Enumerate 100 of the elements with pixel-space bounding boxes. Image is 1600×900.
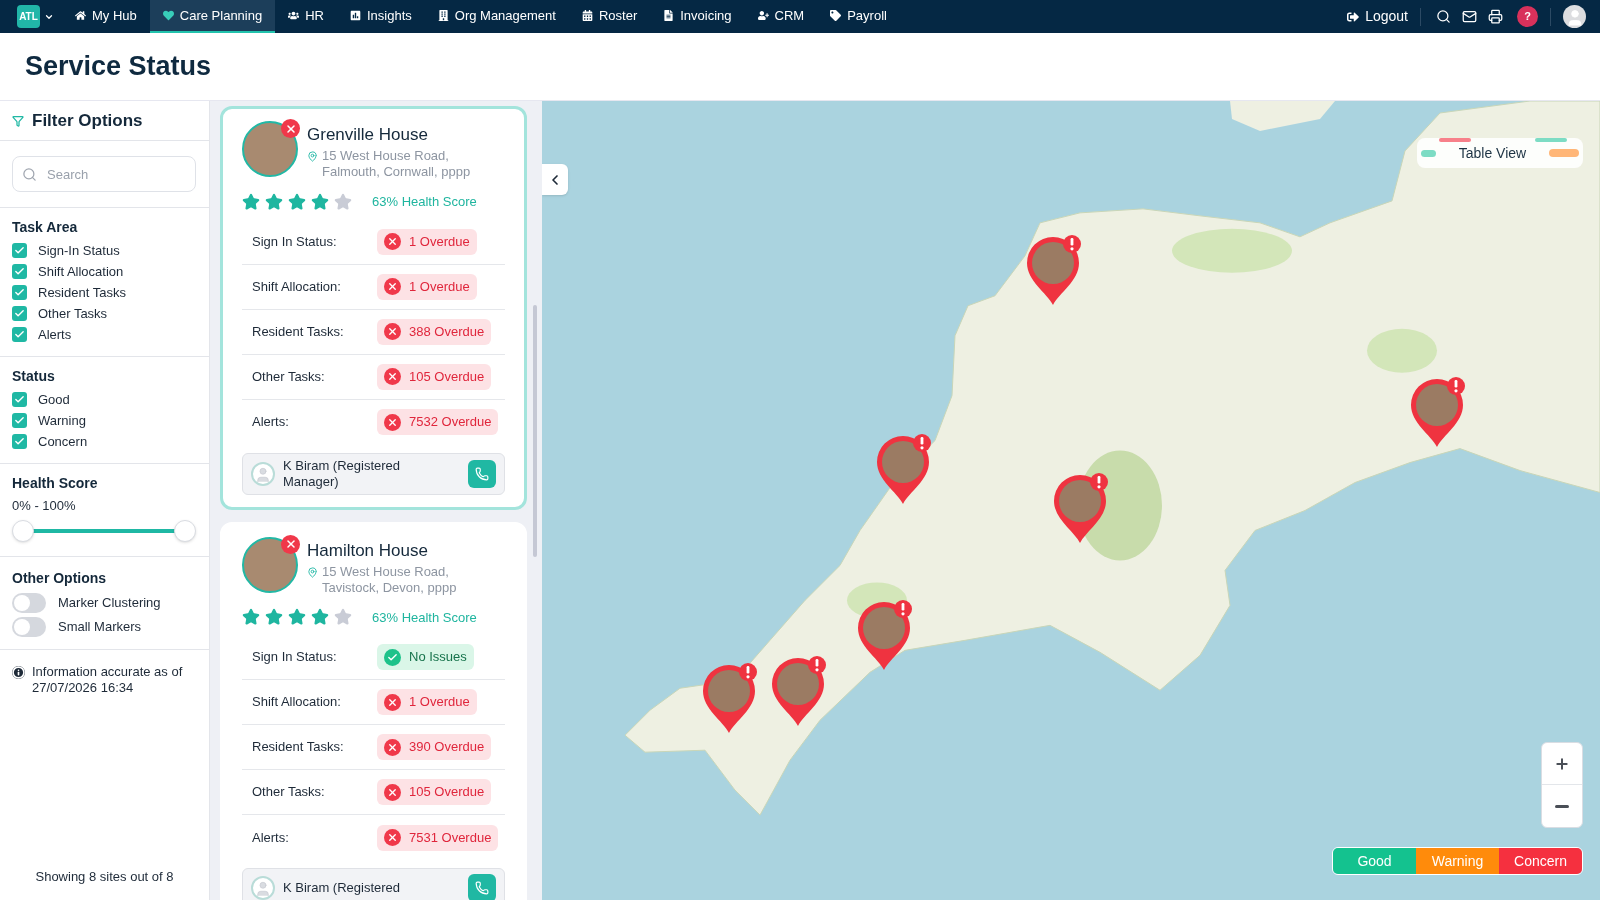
status-pill-icon: [1549, 149, 1579, 157]
printer-icon: [1487, 9, 1503, 24]
overdue-pill: 105 Overdue: [377, 779, 492, 805]
star-icon: [311, 608, 329, 627]
building-icon: [437, 10, 449, 21]
map-marker[interactable]: [1411, 377, 1465, 447]
minus-icon: [1555, 804, 1569, 808]
map-marker[interactable]: [877, 434, 931, 504]
section-heading: Task Area: [12, 218, 79, 237]
section-heading: Health Score: [12, 474, 99, 493]
nav-tab[interactable]: CRM: [744, 0, 818, 33]
users-icon: [288, 10, 300, 21]
checkbox[interactable]: [12, 327, 27, 342]
nav-tab[interactable]: Care Planning: [149, 0, 276, 33]
checkbox-label[interactable]: Shift Allocation: [38, 261, 124, 282]
search-field[interactable]: Search: [12, 156, 196, 192]
contact-name: K Biram (Registered: [283, 880, 402, 896]
call-button[interactable]: [468, 459, 496, 488]
nav-tab[interactable]: My Hub: [62, 0, 150, 33]
check-icon: [14, 245, 25, 256]
map-marker[interactable]: [1027, 235, 1081, 305]
check-icon: [14, 436, 25, 447]
park-area: [1367, 328, 1437, 373]
site-photo-placeholder: [242, 536, 298, 593]
range-slider[interactable]: [12, 520, 196, 542]
check-icon: [14, 394, 25, 405]
site-photo-placeholder: [777, 663, 819, 705]
map-marker[interactable]: [1054, 473, 1108, 543]
range-value: 0% - 100%: [12, 497, 77, 515]
alert-icon: [808, 656, 826, 674]
overdue-pill: 1 Overdue: [377, 689, 477, 715]
site-card[interactable]: [220, 106, 527, 510]
search-icon: [1435, 9, 1451, 24]
page-title: Service Status: [25, 50, 212, 84]
nav-tab[interactable]: Insights: [336, 0, 425, 33]
alert-icon: [1063, 235, 1081, 253]
toggle-label[interactable]: Marker Clustering: [58, 593, 161, 613]
checkbox-label[interactable]: Sign-In Status: [38, 240, 120, 261]
sign-out-icon: [1347, 10, 1360, 23]
map-marker[interactable]: [772, 656, 826, 726]
info-icon: [12, 666, 25, 679]
legend-item: Warning: [1416, 848, 1499, 874]
overdue-pill: 1 Overdue: [377, 228, 477, 255]
toggle-switch[interactable]: [12, 617, 46, 637]
logout-button[interactable]: Logout: [1347, 6, 1408, 27]
call-button[interactable]: [468, 874, 496, 900]
checkbox-label[interactable]: Resident Tasks: [38, 282, 126, 303]
nav-tab[interactable]: Invoicing: [650, 0, 745, 33]
map-marker[interactable]: [858, 600, 912, 670]
star-icon: [334, 608, 352, 627]
search-input[interactable]: Search: [47, 164, 186, 184]
checkbox[interactable]: [12, 264, 27, 279]
map-view[interactable]: Table View Good Warning Concern: [542, 101, 1600, 900]
overdue-pill: 390 Overdue: [377, 734, 492, 760]
star-icon: [288, 192, 306, 211]
checkbox-label[interactable]: Concern: [38, 431, 88, 452]
star-icon: [242, 192, 260, 211]
checkbox-label[interactable]: Alerts: [38, 324, 72, 345]
overdue-pill: 7532 Overdue: [377, 409, 499, 435]
check-label: Alerts:: [251, 413, 290, 432]
toggle-label[interactable]: Small Markers: [58, 617, 142, 637]
toggle-switch[interactable]: [12, 593, 46, 613]
phone-icon: [475, 881, 489, 895]
alert-icon: [913, 434, 931, 452]
slider-thumb[interactable]: [174, 520, 196, 542]
map-marker[interactable]: [703, 663, 757, 733]
star-icon: [288, 608, 306, 627]
nav-tab[interactable]: Org Management: [424, 0, 569, 33]
check-label: Resident Tasks:: [251, 322, 345, 341]
checkbox-label[interactable]: Warning: [38, 410, 86, 431]
checkbox-label[interactable]: Other Tasks: [38, 303, 108, 324]
check-label: Other Tasks:: [251, 367, 326, 386]
contact-name: K Biram (Registered Manager): [283, 457, 402, 490]
site-address: 15 West House Road, Falmouth, Cornwall, pppp: [322, 148, 472, 180]
help-button[interactable]: ?: [1517, 6, 1538, 27]
home-icon: [75, 10, 86, 21]
checkbox[interactable]: [12, 434, 27, 449]
nav-tab[interactable]: HR: [275, 0, 337, 33]
check-label: Sign In Status:: [251, 232, 338, 251]
checkbox-label[interactable]: Good: [38, 389, 70, 410]
nav-tab[interactable]: Payroll: [817, 0, 900, 33]
overdue-pill: 105 Overdue: [377, 363, 492, 390]
checkbox[interactable]: [12, 285, 27, 300]
star-icon: [265, 608, 283, 627]
scrollbar-thumb[interactable]: [533, 305, 537, 557]
check-icon: [14, 415, 25, 426]
bar-chart-icon: [349, 10, 361, 21]
site-photo-placeholder: [882, 441, 924, 483]
collapse-button[interactable]: [542, 164, 568, 195]
overdue-pill: 1 Overdue: [377, 273, 477, 300]
checkbox[interactable]: [12, 413, 27, 428]
slider-thumb[interactable]: [12, 520, 34, 542]
checkbox[interactable]: [12, 306, 27, 321]
checkbox[interactable]: [12, 243, 27, 258]
table-view-button[interactable]: Table View: [1417, 138, 1583, 168]
nav-tab[interactable]: Roster: [568, 0, 651, 33]
checkbox[interactable]: [12, 392, 27, 407]
alert-icon: [894, 600, 912, 618]
user-avatar-icon[interactable]: [1563, 5, 1586, 28]
user-plus-icon: [757, 10, 769, 21]
